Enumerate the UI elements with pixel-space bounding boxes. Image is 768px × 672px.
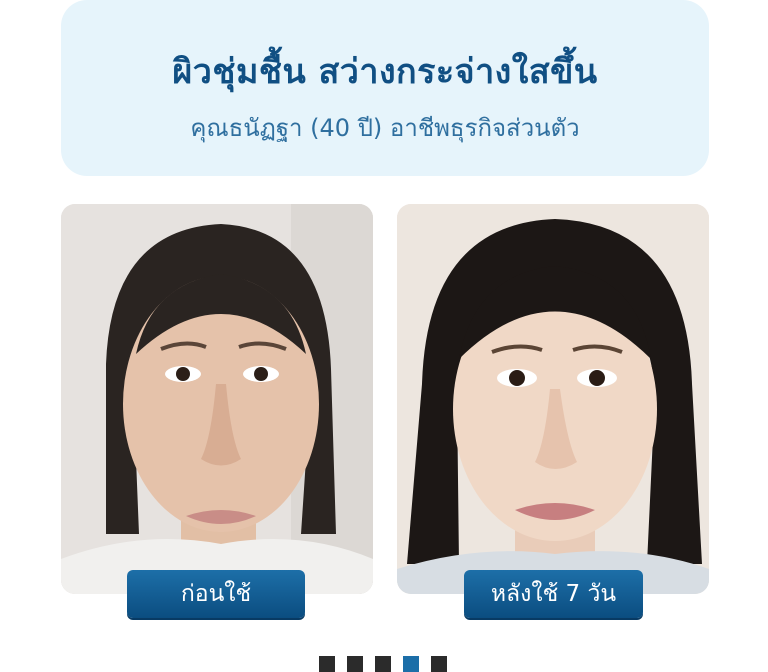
pager-dot-3[interactable] (375, 656, 391, 672)
page-title: ผิวชุ่มชื้น สว่างกระจ่างใสขึ้น (172, 52, 598, 92)
page-subtitle: คุณธนัฏฐา (40 ปี) อาชีพธุรกิจส่วนตัว (190, 114, 580, 142)
before-label-button[interactable]: ก่อนใช้ (127, 570, 305, 618)
header-card: ผิวชุ่มชื้น สว่างกระจ่างใสขึ้น คุณธนัฏฐา… (61, 0, 709, 176)
before-photo (61, 204, 373, 594)
after-photo (397, 204, 709, 594)
pager-dot-2[interactable] (347, 656, 363, 672)
pager-dot-1[interactable] (319, 656, 335, 672)
pager-dot-4-active[interactable] (403, 656, 419, 672)
after-label-button[interactable]: หลังใช้ 7 วัน (464, 570, 643, 618)
pager-dot-5[interactable] (431, 656, 447, 672)
carousel-pager (319, 656, 447, 672)
